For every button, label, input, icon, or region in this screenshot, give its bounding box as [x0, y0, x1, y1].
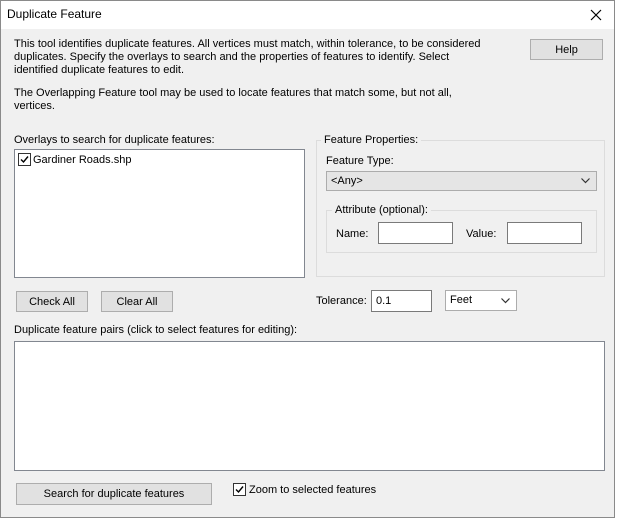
clear-all-button[interactable]: Clear All — [101, 291, 173, 312]
checkmark-icon — [235, 486, 244, 494]
description-para-1: This tool identifies duplicate features.… — [14, 38, 494, 77]
list-item[interactable]: Gardiner Roads.shp — [18, 153, 131, 166]
zoom-checkbox-row[interactable]: Zoom to selected features — [233, 483, 376, 496]
check-all-button[interactable]: Check All — [16, 291, 88, 312]
window-title: Duplicate Feature — [7, 7, 102, 21]
description-line: identified duplicate features to edit. — [14, 64, 185, 76]
feature-type-select[interactable]: <Any> — [326, 171, 597, 191]
description-line: The Overlapping Feature tool may be used… — [14, 87, 452, 99]
description-line: This tool identifies duplicate features.… — [14, 38, 481, 50]
dialog-window: Duplicate Feature This tool identifies d… — [0, 0, 615, 518]
search-button[interactable]: Search for duplicate features — [16, 483, 212, 505]
zoom-checkbox[interactable] — [233, 483, 246, 496]
close-icon — [590, 9, 602, 21]
description-line: vertices. — [14, 100, 55, 112]
close-button[interactable] — [578, 1, 614, 29]
chevron-down-icon — [501, 297, 510, 303]
feature-type-label: Feature Type: — [326, 155, 394, 167]
feature-type-value: <Any> — [331, 175, 363, 187]
feature-properties-label: Feature Properties: — [321, 134, 422, 146]
name-label: Name: — [336, 228, 369, 240]
tolerance-input[interactable] — [371, 290, 432, 312]
description-para-2: The Overlapping Feature tool may be used… — [14, 87, 494, 113]
title-bar: Duplicate Feature — [1, 1, 614, 29]
overlay-checkbox[interactable] — [18, 153, 31, 166]
value-label: Value: — [466, 228, 497, 240]
checkmark-icon — [20, 156, 29, 164]
tolerance-unit-select[interactable]: Feet — [445, 290, 517, 311]
description-line: duplicates. Specify the overlays to sear… — [14, 51, 450, 63]
tolerance-unit-value: Feet — [450, 294, 473, 306]
attribute-label: Attribute (optional): — [332, 204, 431, 216]
overlays-list[interactable]: Gardiner Roads.shp — [14, 149, 305, 278]
duplicate-pairs-list[interactable] — [14, 341, 605, 471]
pairs-label: Duplicate feature pairs (click to select… — [14, 324, 298, 336]
zoom-label: Zoom to selected features — [249, 483, 377, 496]
overlays-label: Overlays to search for duplicate feature… — [14, 134, 215, 146]
help-button[interactable]: Help — [530, 39, 603, 60]
overlay-name: Gardiner Roads.shp — [33, 153, 132, 166]
chevron-down-icon — [581, 178, 590, 184]
tolerance-label: Tolerance: — [316, 295, 367, 307]
value-field[interactable] — [507, 222, 582, 244]
name-field[interactable] — [378, 222, 453, 244]
